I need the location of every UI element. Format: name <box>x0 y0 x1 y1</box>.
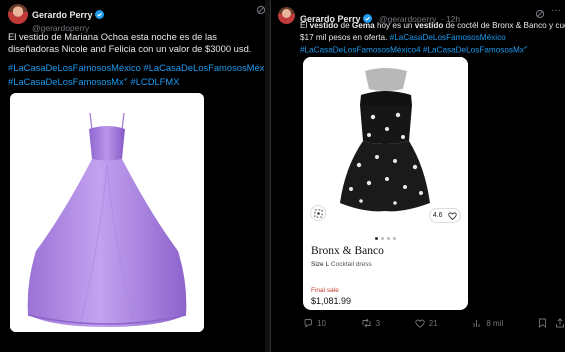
like-icon <box>415 319 425 328</box>
avatar[interactable] <box>278 7 295 24</box>
grok-icon[interactable] <box>256 5 265 15</box>
gown-image <box>10 93 204 332</box>
hashtag-link[interactable]: #LaCasaDeLosFamososMx <box>8 76 124 87</box>
share-icon[interactable] <box>555 318 565 328</box>
product-meta: Size L Cocktail dress <box>311 261 372 268</box>
hashtag-link[interactable]: #LaCasaDeLosFamososMéxico <box>390 33 506 42</box>
like-count: 21 <box>428 318 438 328</box>
like-button[interactable]: 21 <box>415 319 438 328</box>
bookmark-icon[interactable] <box>538 318 547 328</box>
favorite-count-button[interactable]: 4.6 <box>429 208 461 223</box>
post-image[interactable] <box>10 93 204 332</box>
repost-button[interactable]: 3 <box>361 318 380 328</box>
dress-image <box>303 57 468 232</box>
hashtag-line[interactable]: #LaCasaDeLosFamososMéxico #LaCasaDeLosFa… <box>8 62 265 74</box>
sale-label: Final sale <box>311 287 339 294</box>
product-price: $1,081.99 <box>311 296 352 306</box>
heart-icon <box>448 212 457 220</box>
repost-count: 3 <box>375 318 381 328</box>
hashtag-link[interactable]: #LaCasaDeLosFamososMéxico4 #LaCasaDeLosF… <box>300 46 524 55</box>
post-text: El vestido de Gema hoy es un vestido de … <box>300 21 565 55</box>
avatar[interactable] <box>8 4 28 24</box>
left-post-header: Gerardo Perry @gerardoperry <box>8 4 104 33</box>
left-post[interactable]: Gerardo Perry @gerardoperry El vestido d… <box>0 0 265 352</box>
reply-button[interactable]: 10 <box>303 318 326 328</box>
repost-icon <box>362 318 371 328</box>
carousel-dots[interactable] <box>375 237 396 240</box>
reply-count: 10 <box>317 318 326 328</box>
grok-icon[interactable] <box>535 9 545 19</box>
view-count: 8 mil <box>486 318 504 328</box>
visual-search-icon[interactable] <box>310 205 326 221</box>
post-text: El vestido de Mariana Ochoa esta noche e… <box>8 31 252 55</box>
verified-badge-icon <box>94 10 104 19</box>
right-post[interactable]: Gerardo Perry @gerardoperry · 12h ··· El… <box>270 0 565 352</box>
author-name[interactable]: Gerardo Perry <box>32 10 93 20</box>
rating-count: 4.6 <box>432 212 443 219</box>
views-button[interactable]: 8 mil <box>472 318 503 328</box>
more-options-icon[interactable]: ··· <box>551 5 561 16</box>
post-actions: 10 3 21 8 mil <box>303 318 565 328</box>
product-brand[interactable]: Bronx & Banco <box>311 245 384 257</box>
product-card[interactable]: 4.6 Bronx & Banco Size L Cocktail dress … <box>303 57 468 310</box>
views-icon <box>473 320 480 327</box>
post-hashtags: #LaCasaDeLosFamososMéxico #LaCasaDeLosFa… <box>8 62 265 89</box>
hashtag-link[interactable]: #LCDLFMX <box>128 76 179 87</box>
reply-icon <box>304 319 312 328</box>
